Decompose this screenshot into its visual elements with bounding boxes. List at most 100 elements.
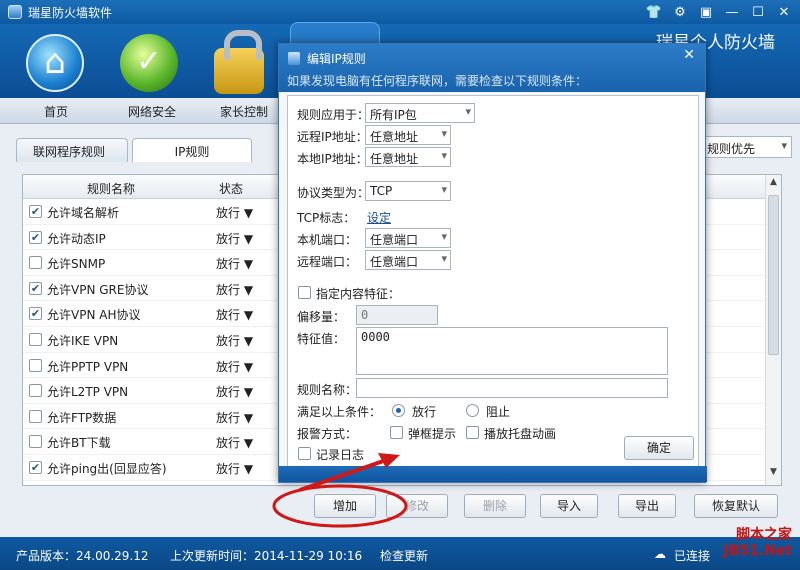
status-bar: 产品版本：24.00.29.12 上次更新时间：2014-11-29 10:16… — [0, 537, 800, 570]
nav-item-home[interactable]: 首页 — [44, 103, 68, 120]
remote-ip-label: 远程IP地址： — [297, 130, 368, 144]
apply-select[interactable]: 所有IP包 — [365, 103, 475, 123]
log-checkbox[interactable] — [298, 447, 311, 460]
rule-status-dropdown[interactable]: 放行 ▼ — [216, 306, 253, 323]
condition-label: 满足以上条件： — [297, 405, 382, 419]
allow-radio[interactable] — [392, 404, 405, 417]
column-rule-name[interactable]: 规则名称 — [87, 180, 135, 197]
app-logo-icon — [8, 5, 22, 19]
dialog-close-icon[interactable]: ✕ — [683, 47, 695, 63]
rule-name: 允许IKE VPN — [47, 333, 119, 348]
rule-name: 允许L2TP VPN — [47, 385, 129, 400]
home-icon[interactable] — [26, 34, 84, 92]
delete-button[interactable]: 删除 — [464, 494, 526, 518]
column-status[interactable]: 状态 — [219, 180, 243, 197]
tray-animation-checkbox[interactable] — [466, 426, 479, 439]
dialog-titlebar: 编辑IP规则 ✕ 如果发现电脑有任何程序联网，需要检查以下规则条件： — [279, 44, 705, 92]
table-scrollbar[interactable]: ▲ ▼ — [765, 175, 781, 485]
menu-icon[interactable]: ▣ — [694, 2, 718, 22]
nav-item-parental[interactable]: 家长控制 — [220, 103, 268, 120]
rule-name-field[interactable] — [356, 378, 668, 398]
rule-status-dropdown[interactable]: 放行 ▼ — [216, 358, 253, 375]
rule-status-dropdown[interactable]: 放行 ▼ — [216, 460, 253, 477]
dialog-shield-icon — [288, 52, 300, 65]
allow-label: 放行 — [412, 405, 437, 419]
row-checkbox[interactable] — [29, 384, 42, 398]
row-checkbox[interactable] — [29, 358, 42, 372]
rule-name-label: 规则名称： — [297, 383, 358, 397]
rule-status-dropdown[interactable]: 放行 ▼ — [216, 281, 253, 298]
rule-name: 允许VPN AH协议 — [47, 308, 141, 323]
check-update-link[interactable]: 检查更新 — [380, 547, 428, 564]
row-checkbox[interactable] — [29, 256, 42, 270]
rule-name: 允许SNMP — [47, 257, 106, 272]
rule-status-dropdown[interactable]: 放行 ▼ — [216, 332, 253, 349]
add-button[interactable]: 增加 — [314, 494, 376, 518]
app-title: 瑞星防火墙软件 — [28, 5, 113, 20]
modify-button[interactable]: 修改 — [386, 494, 448, 518]
apply-label: 规则应用于： — [297, 108, 370, 122]
priority-select[interactable]: 规则优先 — [700, 136, 792, 158]
tab-ip-rules[interactable]: IP规则 — [132, 138, 252, 162]
local-port-select[interactable]: 任意端口 — [365, 228, 451, 248]
rule-name: 允许域名解析 — [47, 206, 120, 220]
scroll-up-icon[interactable]: ▲ — [766, 177, 781, 193]
row-checkbox[interactable] — [29, 435, 42, 449]
row-checkbox[interactable]: ✔ — [29, 307, 42, 321]
ok-button[interactable]: 确定 — [624, 436, 694, 460]
row-checkbox[interactable]: ✔ — [29, 460, 42, 474]
popup-label: 弹框提示 — [408, 427, 457, 441]
local-ip-label: 本地IP地址： — [297, 152, 368, 166]
tray-animation-label: 播放托盘动画 — [484, 427, 557, 441]
tab-app-rules[interactable]: 联网程序规则 — [16, 138, 128, 162]
scroll-down-icon[interactable]: ▼ — [766, 467, 781, 483]
rule-status-dropdown[interactable]: 放行 ▼ — [216, 204, 253, 221]
rule-name: 允许BT下载 — [47, 436, 111, 451]
block-label: 阻止 — [486, 405, 511, 419]
row-checkbox[interactable]: ✔ — [29, 230, 42, 244]
remote-port-select[interactable]: 任意端口 — [365, 250, 451, 270]
maximize-icon[interactable]: ☐ — [746, 2, 770, 22]
feature-value-field[interactable]: 0000 — [356, 327, 668, 375]
row-checkbox[interactable] — [29, 409, 42, 423]
alarm-label: 报警方式： — [297, 427, 358, 441]
rule-status-dropdown[interactable]: 放行 ▼ — [216, 383, 253, 400]
remote-ip-select[interactable]: 任意地址 — [365, 125, 451, 145]
parental-control-icon[interactable] — [214, 30, 264, 94]
rule-name: 允许PPTP VPN — [47, 359, 129, 374]
export-button[interactable]: 导出 — [618, 494, 676, 518]
block-radio[interactable] — [466, 404, 479, 417]
rule-name: 允许FTP数据 — [47, 410, 117, 425]
offset-field[interactable]: 0 — [356, 305, 438, 325]
close-icon[interactable]: ✕ — [772, 2, 796, 22]
network-security-icon[interactable] — [120, 34, 178, 92]
rule-status-dropdown[interactable]: 放行 ▼ — [216, 255, 253, 272]
watermark-line2: JB51.Net — [723, 543, 792, 559]
rule-name: 允许动态IP — [47, 231, 106, 246]
rule-status-dropdown[interactable]: 放行 ▼ — [216, 434, 253, 451]
skin-icon[interactable]: 👕 — [642, 2, 666, 22]
tcp-flag-label: TCP标志： — [297, 211, 356, 225]
rule-name: 允许VPN GRE协议 — [47, 282, 149, 297]
nav-item-network[interactable]: 网络安全 — [128, 103, 176, 120]
product-version: 产品版本：24.00.29.12 — [16, 549, 149, 563]
tcp-flag-set-link[interactable]: 设定 — [367, 209, 391, 226]
content-feature-checkbox[interactable] — [298, 286, 311, 299]
row-checkbox[interactable]: ✔ — [29, 205, 42, 218]
log-label: 记录日志 — [316, 448, 365, 462]
row-checkbox[interactable] — [29, 332, 42, 346]
dialog-title: 编辑IP规则 — [307, 52, 366, 66]
local-ip-select[interactable]: 任意地址 — [365, 147, 451, 167]
import-button[interactable]: 导入 — [540, 494, 598, 518]
cloud-icon: ☁ — [654, 547, 666, 561]
edit-ip-rule-dialog: 编辑IP规则 ✕ 如果发现电脑有任何程序联网，需要检查以下规则条件： 规则应用于… — [278, 43, 707, 483]
popup-checkbox[interactable] — [390, 426, 403, 439]
minimize-icon[interactable]: — — [720, 2, 744, 22]
rule-status-dropdown[interactable]: 放行 ▼ — [216, 409, 253, 426]
gear-icon[interactable]: ⚙ — [668, 2, 692, 22]
rule-status-dropdown[interactable]: 放行 ▼ — [216, 230, 253, 247]
scroll-thumb[interactable] — [768, 195, 779, 355]
row-checkbox[interactable]: ✔ — [29, 281, 42, 295]
restore-default-button[interactable]: 恢复默认 — [694, 494, 778, 518]
protocol-select[interactable]: TCP — [365, 181, 451, 201]
